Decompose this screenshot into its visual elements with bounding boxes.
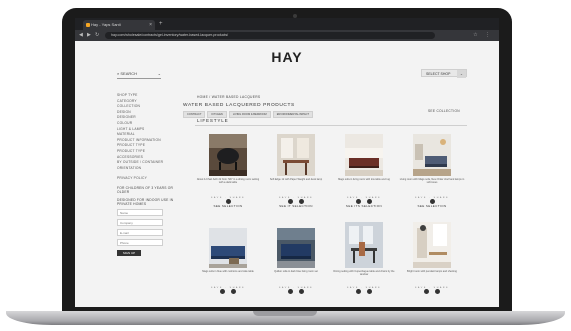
browser-tabbar: Hay - Yaps Santi × + bbox=[75, 18, 499, 30]
download-icon[interactable] bbox=[356, 289, 361, 294]
product-image[interactable] bbox=[413, 134, 451, 176]
product-card[interactable]: Bright room with pendant lamps and shelv… bbox=[399, 222, 465, 307]
site-logo[interactable]: HAY bbox=[75, 49, 499, 65]
card-caption: Bright room with pendant lamps and shelv… bbox=[407, 270, 457, 273]
signup-button[interactable]: SIGN UP bbox=[117, 249, 141, 256]
product-card[interactable]: Soft Edge 12 with Paper Weight and desk … bbox=[263, 134, 329, 220]
tab-title: Hay - Yaps Santi bbox=[91, 22, 121, 27]
laptop-notch bbox=[253, 311, 317, 316]
action-labels: SAVE · SHARE bbox=[210, 197, 246, 199]
filter-chip[interactable]: CONTRACT bbox=[183, 111, 206, 118]
download-icon[interactable] bbox=[424, 289, 429, 294]
card-caption: Mags sofa in living room with low table … bbox=[338, 178, 390, 181]
action-labels: SAVE · SHARE bbox=[210, 287, 246, 289]
product-image[interactable] bbox=[413, 222, 451, 268]
section-title: LIFESTYLE bbox=[197, 118, 233, 123]
card-caption: About A Chair AAC 22 from HAY in a dinin… bbox=[196, 178, 260, 185]
see-selection-button[interactable]: SEE IT SELECTION bbox=[263, 204, 329, 208]
action-labels: SAVE · SHARE bbox=[414, 287, 450, 289]
card-caption: Living room with Mags sofa, New Order sh… bbox=[399, 178, 465, 185]
shop-select[interactable]: SELECT SHOP ⌄ bbox=[421, 69, 467, 78]
product-image[interactable] bbox=[209, 228, 247, 268]
page-title: WATER BASED LACQUERED PRODUCTS bbox=[183, 103, 295, 108]
filter-chip[interactable]: KITCHEN bbox=[207, 111, 227, 118]
product-card[interactable]: About A Chair AAC 22 from HAY in a dinin… bbox=[195, 134, 261, 220]
email-field[interactable]: E-mail bbox=[117, 228, 163, 236]
sidebar: SHOP TYPE CATEGORY COLLECTION DESIGN DES… bbox=[117, 93, 177, 256]
browser-toolbar: ◀ ▶ ↻ hay.com/wholesale/contracts/gel-in… bbox=[75, 30, 499, 41]
favicon-icon bbox=[86, 23, 90, 27]
product-card[interactable]: Living room with Mags sofa, New Order sh… bbox=[399, 134, 465, 220]
web-page: HAY ⌕ SEARCH ⌄ SELECT SHOP ⌄ SHOP TYPE C… bbox=[75, 41, 499, 307]
back-icon[interactable]: ◀ bbox=[79, 32, 83, 39]
product-card[interactable]: Quilton sofa in dark blue living room se… bbox=[263, 228, 329, 307]
privacy-link[interactable]: PRIVACY POLICY bbox=[117, 176, 177, 182]
see-collection-link[interactable]: SEE COLLECTION bbox=[428, 109, 460, 113]
product-card[interactable]: Dining setting with Copenhague table and… bbox=[331, 222, 397, 307]
card-caption: Soft Edge 12 with Paper Weight and desk … bbox=[269, 178, 323, 181]
product-card[interactable]: Mags sofa in living room with low table … bbox=[331, 134, 397, 220]
screen: Hay - Yaps Santi × + ◀ ▶ ↻ hay.com/whole… bbox=[75, 18, 499, 307]
browser-tab[interactable]: Hay - Yaps Santi × bbox=[83, 20, 155, 30]
product-image[interactable] bbox=[277, 228, 315, 268]
sidebar-note: DESIGNED FOR INDOOR USE IN PRIVATE HOMES bbox=[117, 197, 174, 206]
chevron-down-icon: ⌄ bbox=[157, 71, 161, 76]
shop-select-value: SELECT SHOP bbox=[426, 72, 451, 76]
filter-chip[interactable]: LIVING ROOM & BEDROOM bbox=[228, 111, 271, 118]
action-labels: SAVE · SHARE bbox=[414, 197, 450, 199]
filter-chips: CONTRACT KITCHEN LIVING ROOM & BEDROOM ENVI… bbox=[183, 111, 315, 118]
card-caption: Dining setting with Copenhague table and… bbox=[333, 270, 395, 277]
product-image[interactable] bbox=[209, 134, 247, 176]
action-labels: SAVE · SHARE bbox=[278, 197, 314, 199]
forward-icon[interactable]: ▶ bbox=[87, 32, 91, 39]
download-icon[interactable] bbox=[220, 289, 225, 294]
phone-field[interactable]: Phone bbox=[117, 238, 163, 246]
action-labels: SAVE · SHARE bbox=[346, 197, 382, 199]
action-labels: SAVE · SHARE bbox=[346, 287, 382, 289]
share-icon[interactable] bbox=[367, 289, 372, 294]
see-selection-button[interactable]: SEE ITS SELECTION bbox=[331, 204, 397, 208]
search-input[interactable]: ⌕ SEARCH ⌄ bbox=[117, 70, 161, 79]
filter-chip[interactable]: ENVIRONMENTAL IMPACT bbox=[272, 111, 314, 118]
product-image[interactable] bbox=[345, 222, 383, 268]
reload-icon[interactable]: ↻ bbox=[95, 32, 99, 39]
card-caption: Mags sofa in blue with cushions and side… bbox=[202, 270, 254, 273]
chevron-down-icon: ⌄ bbox=[457, 70, 466, 78]
download-icon[interactable] bbox=[288, 289, 293, 294]
see-selection-button[interactable]: SEE SELECTION bbox=[399, 204, 465, 208]
sidebar-note: FOR CHILDREN OF 3 YEARS OR OLDER bbox=[117, 185, 174, 194]
product-card[interactable]: Mags sofa in blue with cushions and side… bbox=[195, 228, 261, 307]
url-input[interactable]: hay.com/wholesale/contracts/gel-inventor… bbox=[105, 32, 435, 39]
card-caption: Quilton sofa in dark blue living room se… bbox=[274, 270, 318, 273]
product-image[interactable] bbox=[345, 134, 383, 176]
action-labels: SAVE · SHARE bbox=[278, 287, 314, 289]
see-selection-button[interactable]: SEE SELECTION bbox=[195, 204, 261, 208]
name-field[interactable]: Name bbox=[117, 208, 163, 216]
breadcrumb[interactable]: HOME / WATER BASED LACQUERS bbox=[197, 95, 260, 99]
share-icon[interactable] bbox=[435, 289, 440, 294]
share-icon[interactable] bbox=[299, 289, 304, 294]
search-label: SEARCH bbox=[120, 71, 138, 76]
share-icon[interactable] bbox=[231, 289, 236, 294]
lifestyle-section: LIFESTYLE About A Chair AAC 22 from HAY … bbox=[195, 118, 467, 300]
browser-menu-icon[interactable]: ☆ ⋮ bbox=[473, 32, 493, 39]
close-icon[interactable]: × bbox=[149, 20, 152, 30]
new-tab-button[interactable]: + bbox=[159, 19, 163, 29]
company-field[interactable]: Company bbox=[117, 218, 163, 226]
product-image[interactable] bbox=[277, 134, 315, 176]
